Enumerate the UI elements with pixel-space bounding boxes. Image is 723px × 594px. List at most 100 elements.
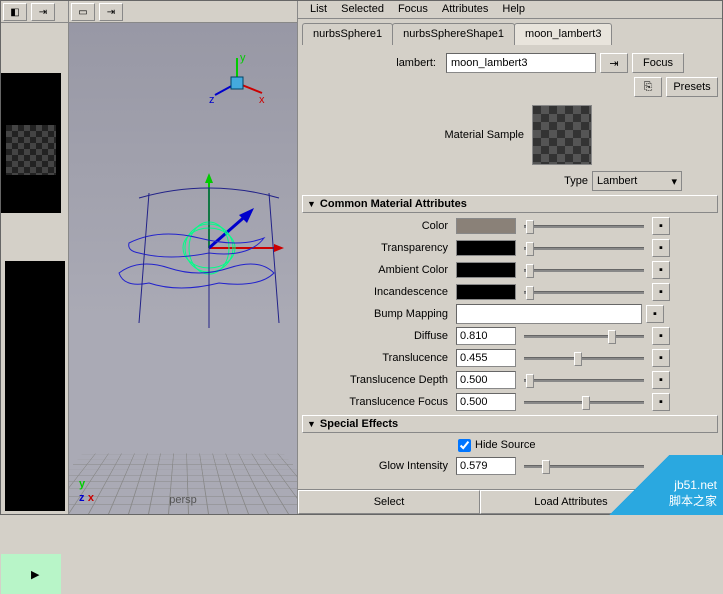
map-icon: ▪ [659, 352, 663, 364]
pin-icon: ⇥ [609, 57, 618, 70]
ambient-swatch[interactable] [456, 262, 516, 278]
glow-label: Glow Intensity [302, 460, 452, 472]
map-icon: ▪ [659, 242, 663, 254]
tab-nurbssphere1[interactable]: nurbsSphere1 [302, 23, 393, 45]
focus-button[interactable]: Focus [632, 53, 684, 73]
transparency-swatch[interactable] [456, 240, 516, 256]
section-special-header[interactable]: ▼ Special Effects [302, 415, 718, 433]
section-common-title: Common Material Attributes [320, 198, 467, 210]
translucence-label: Translucence [302, 352, 452, 364]
menu-attributes[interactable]: Attributes [436, 3, 494, 16]
transldepth-field[interactable] [456, 371, 516, 389]
collapse-icon: ▼ [307, 199, 316, 209]
translfocus-label: Translucence Focus [302, 396, 452, 408]
type-label: Type [564, 175, 588, 187]
ambient-map-button[interactable]: ▪ [652, 261, 670, 279]
bump-label: Bump Mapping [302, 308, 452, 320]
translucence-map-button[interactable]: ▪ [652, 349, 670, 367]
section-special-title: Special Effects [320, 418, 398, 430]
axis-indicator: y z x [79, 476, 94, 504]
tab-nurbssphereshape1[interactable]: nurbsSphereShape1 [392, 23, 515, 45]
shelf-btn-2[interactable]: ⇥ [31, 3, 55, 21]
ambient-label: Ambient Color [302, 264, 452, 276]
menu-bar: List Selected Focus Attributes Help [298, 1, 722, 19]
transparency-label: Transparency [302, 242, 452, 254]
transldepth-label: Translucence Depth [302, 374, 452, 386]
viewport-3d[interactable]: y x z y [69, 23, 297, 514]
incand-label: Incandescence [302, 286, 452, 298]
checker-preview [6, 125, 56, 175]
transldepth-map-button[interactable]: ▪ [652, 371, 670, 389]
map-icon: ▪ [659, 264, 663, 276]
copy-button[interactable]: ⎘ [634, 77, 662, 97]
section-common-header[interactable]: ▼ Common Material Attributes [302, 195, 718, 213]
node-type-label: lambert: [302, 57, 442, 69]
scene-geometry [99, 173, 298, 333]
tab-moon-lambert3[interactable]: moon_lambert3 [514, 23, 612, 45]
collapse-icon: ▼ [307, 419, 316, 429]
attribute-editor: List Selected Focus Attributes Help nurb… [298, 1, 722, 514]
color-label: Color [302, 220, 452, 232]
bump-map-button[interactable]: ▪ [646, 305, 664, 323]
svg-text:z: z [209, 94, 215, 106]
view-btn-1[interactable]: ▭ [71, 3, 95, 21]
node-name-field[interactable] [446, 53, 596, 73]
menu-focus[interactable]: Focus [392, 3, 434, 16]
glow-field[interactable] [456, 457, 516, 475]
incand-swatch[interactable] [456, 284, 516, 300]
color-map-button[interactable]: ▪ [652, 217, 670, 235]
camera-label: persp [169, 494, 197, 506]
incand-slider[interactable] [524, 284, 644, 300]
incand-map-button[interactable]: ▪ [652, 283, 670, 301]
translucence-slider[interactable] [524, 350, 644, 366]
pin-button[interactable]: ⇥ [600, 53, 628, 73]
material-sample-label: Material Sample [445, 129, 524, 141]
ambient-slider[interactable] [524, 262, 644, 278]
transparency-slider[interactable] [524, 240, 644, 256]
map-icon: ▪ [659, 396, 663, 408]
translfocus-slider[interactable] [524, 394, 644, 410]
left-shelf: ◧ ⇥ ▶ [1, 1, 69, 514]
select-button[interactable]: Select [298, 490, 480, 514]
map-icon: ▪ [659, 330, 663, 342]
watermark: jb51.net 脚本之家 [593, 455, 723, 515]
shelf-btn-1[interactable]: ◧ [3, 3, 27, 21]
timeline-strip[interactable]: ▶ [1, 554, 61, 594]
transparency-map-button[interactable]: ▪ [652, 239, 670, 257]
hide-source-label: Hide Source [475, 439, 536, 451]
watermark-url: jb51.net [674, 478, 717, 492]
hide-source-checkbox[interactable] [458, 439, 471, 452]
map-icon: ▪ [659, 220, 663, 232]
texture-preview [1, 73, 61, 213]
menu-selected[interactable]: Selected [335, 3, 390, 16]
watermark-name: 脚本之家 [669, 492, 717, 509]
svg-text:y: y [240, 53, 246, 64]
shelf-empty [5, 261, 65, 511]
viewport-panel: ▭ ⇥ y x z [69, 1, 298, 514]
presets-button[interactable]: Presets [666, 77, 718, 97]
type-dropdown[interactable]: Lambert ▾ [592, 171, 682, 191]
diffuse-map-button[interactable]: ▪ [652, 327, 670, 345]
color-swatch[interactable] [456, 218, 516, 234]
material-sample-swatch[interactable] [532, 105, 592, 165]
menu-help[interactable]: Help [496, 3, 531, 16]
map-icon: ▪ [659, 374, 663, 386]
svg-text:x: x [259, 94, 265, 106]
translfocus-map-button[interactable]: ▪ [652, 393, 670, 411]
play-icon: ▶ [31, 568, 39, 581]
translucence-field[interactable] [456, 349, 516, 367]
diffuse-label: Diffuse [302, 330, 452, 342]
view-btn-2[interactable]: ⇥ [99, 3, 123, 21]
bump-field[interactable] [456, 304, 642, 324]
color-slider[interactable] [524, 218, 644, 234]
translfocus-field[interactable] [456, 393, 516, 411]
chevron-down-icon: ▾ [671, 175, 677, 188]
map-icon: ▪ [659, 286, 663, 298]
diffuse-field[interactable] [456, 327, 516, 345]
copy-icon: ⎘ [644, 81, 653, 94]
node-tabs: nurbsSphere1 nurbsSphereShape1 moon_lamb… [298, 19, 722, 45]
transldepth-slider[interactable] [524, 372, 644, 388]
diffuse-slider[interactable] [524, 328, 644, 344]
menu-list[interactable]: List [304, 3, 333, 16]
view-cube[interactable]: y x z [207, 53, 267, 113]
